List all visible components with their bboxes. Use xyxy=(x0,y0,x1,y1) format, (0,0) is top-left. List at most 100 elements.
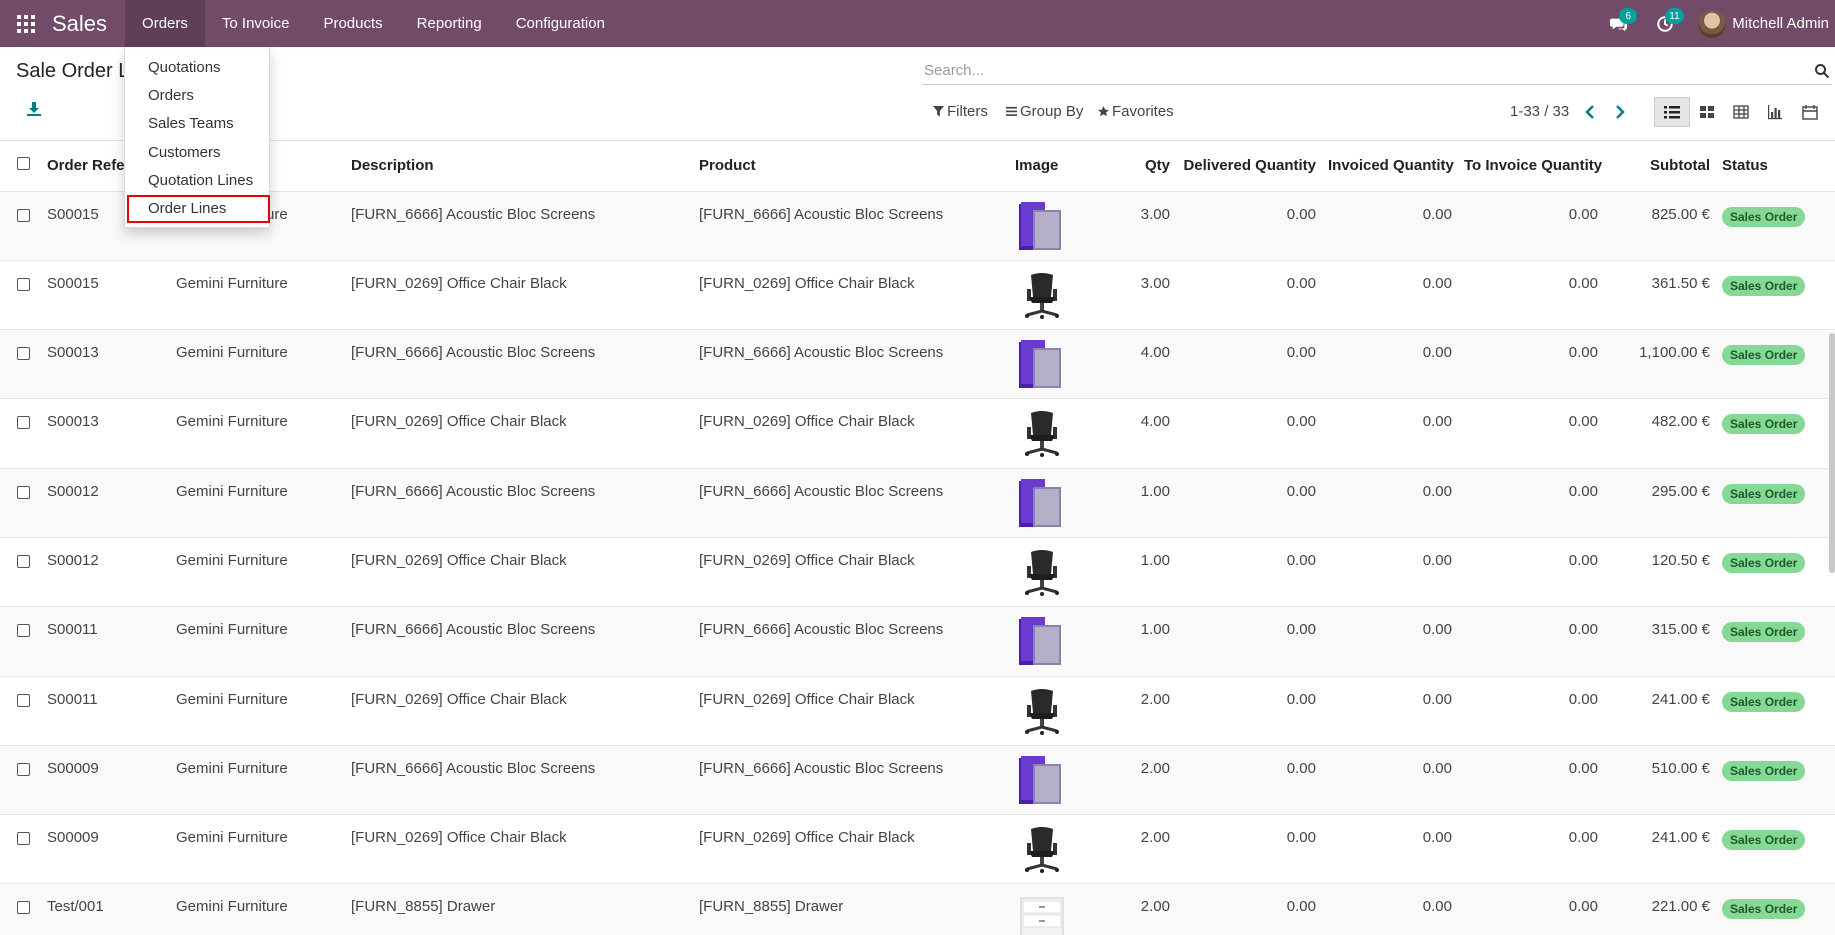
column-header-qty[interactable]: Qty xyxy=(1114,141,1176,192)
table-row[interactable]: S00009 Gemini Furniture [FURN_0269] Office… xyxy=(0,814,1835,885)
customer-cell[interactable]: Gemini Furniture xyxy=(170,398,345,469)
user-menu[interactable]: Mitchell Admin xyxy=(1688,0,1835,47)
description-cell[interactable]: [FURN_0269] Office Chair Black xyxy=(345,676,693,746)
subtotal-cell[interactable]: 482.00 € xyxy=(1604,398,1716,469)
invoiced-quantity-cell[interactable]: 0.00 xyxy=(1322,814,1458,885)
product-cell[interactable]: [FURN_6666] Acoustic Bloc Screens xyxy=(693,191,1009,261)
column-header-invoiced-quantity[interactable]: Invoiced Quantity xyxy=(1322,141,1458,192)
app-menu-icon[interactable] xyxy=(0,0,52,47)
product-cell[interactable]: [FURN_0269] Office Chair Black xyxy=(693,398,1009,469)
status-cell[interactable]: Sales Order xyxy=(1716,537,1818,608)
image-cell[interactable] xyxy=(1009,191,1114,261)
subtotal-cell[interactable]: 120.50 € xyxy=(1604,537,1716,608)
subtotal-cell[interactable]: 241.00 € xyxy=(1604,814,1716,885)
description-cell[interactable]: [FURN_0269] Office Chair Black xyxy=(345,814,693,885)
order-reference-cell[interactable]: S00011 xyxy=(41,676,170,746)
delivered-quantity-cell[interactable]: 0.00 xyxy=(1176,883,1322,935)
image-cell[interactable] xyxy=(1009,606,1114,677)
customer-cell[interactable]: Gemini Furniture xyxy=(170,329,345,400)
image-cell[interactable] xyxy=(1009,537,1114,608)
order-reference-cell[interactable]: Test/001 xyxy=(41,883,170,935)
qty-cell[interactable]: 1.00 xyxy=(1114,606,1176,677)
to-invoice-quantity-cell[interactable]: 0.00 xyxy=(1458,676,1604,746)
row-checkbox[interactable] xyxy=(17,416,30,430)
product-cell[interactable]: [FURN_0269] Office Chair Black xyxy=(693,260,1009,331)
delivered-quantity-cell[interactable]: 0.00 xyxy=(1176,814,1322,885)
description-cell[interactable]: [FURN_6666] Acoustic Bloc Screens xyxy=(345,468,693,538)
image-cell[interactable] xyxy=(1009,468,1114,538)
table-row[interactable]: S00012 Gemini Furniture [FURN_0269] Office… xyxy=(0,537,1835,608)
delivered-quantity-cell[interactable]: 0.00 xyxy=(1176,398,1322,469)
invoiced-quantity-cell[interactable]: 0.00 xyxy=(1322,745,1458,816)
nav-item-orders[interactable]: Orders xyxy=(125,0,205,47)
to-invoice-quantity-cell[interactable]: 0.00 xyxy=(1458,606,1604,677)
description-cell[interactable]: [FURN_6666] Acoustic Bloc Screens xyxy=(345,606,693,677)
invoiced-quantity-cell[interactable]: 0.00 xyxy=(1322,606,1458,677)
product-cell[interactable]: [FURN_0269] Office Chair Black xyxy=(693,676,1009,746)
customer-cell[interactable]: Gemini Furniture xyxy=(170,883,345,935)
to-invoice-quantity-cell[interactable]: 0.00 xyxy=(1458,191,1604,261)
search-input[interactable] xyxy=(922,62,1814,79)
menu-item-quotations[interactable]: Quotations xyxy=(125,54,269,82)
column-header-product[interactable]: Product xyxy=(693,141,1009,192)
invoiced-quantity-cell[interactable]: 0.00 xyxy=(1322,883,1458,935)
invoiced-quantity-cell[interactable]: 0.00 xyxy=(1322,468,1458,538)
pager-previous-button[interactable] xyxy=(1578,99,1602,125)
image-cell[interactable] xyxy=(1009,676,1114,746)
status-cell[interactable]: Sales Order xyxy=(1716,814,1818,885)
description-cell[interactable]: [FURN_6666] Acoustic Bloc Screens xyxy=(345,191,693,261)
row-checkbox[interactable] xyxy=(17,485,30,499)
download-icon[interactable] xyxy=(26,101,42,117)
qty-cell[interactable]: 4.00 xyxy=(1114,329,1176,400)
customer-cell[interactable]: Gemini Furniture xyxy=(170,814,345,885)
filters-button[interactable]: Filters xyxy=(933,103,988,120)
to-invoice-quantity-cell[interactable]: 0.00 xyxy=(1458,537,1604,608)
to-invoice-quantity-cell[interactable]: 0.00 xyxy=(1458,814,1604,885)
row-checkbox[interactable] xyxy=(17,347,30,361)
row-checkbox[interactable] xyxy=(17,277,30,291)
delivered-quantity-cell[interactable]: 0.00 xyxy=(1176,329,1322,400)
customer-cell[interactable]: Gemini Furniture xyxy=(170,537,345,608)
qty-cell[interactable]: 3.00 xyxy=(1114,191,1176,261)
status-cell[interactable]: Sales Order xyxy=(1716,606,1818,677)
status-cell[interactable]: Sales Order xyxy=(1716,468,1818,538)
table-row[interactable]: S00013 Gemini Furniture [FURN_6666] Acoust… xyxy=(0,329,1835,400)
product-cell[interactable]: [FURN_8855] Drawer xyxy=(693,883,1009,935)
product-cell[interactable]: [FURN_6666] Acoustic Bloc Screens xyxy=(693,606,1009,677)
order-reference-cell[interactable]: S00015 xyxy=(41,260,170,331)
status-cell[interactable]: Sales Order xyxy=(1716,398,1818,469)
order-reference-cell[interactable]: S00013 xyxy=(41,398,170,469)
product-cell[interactable]: [FURN_6666] Acoustic Bloc Screens xyxy=(693,329,1009,400)
to-invoice-quantity-cell[interactable]: 0.00 xyxy=(1458,745,1604,816)
nav-item-products[interactable]: Products xyxy=(306,0,399,47)
invoiced-quantity-cell[interactable]: 0.00 xyxy=(1322,329,1458,400)
to-invoice-quantity-cell[interactable]: 0.00 xyxy=(1458,329,1604,400)
image-cell[interactable] xyxy=(1009,883,1114,935)
qty-cell[interactable]: 2.00 xyxy=(1114,745,1176,816)
status-cell[interactable]: Sales Order xyxy=(1716,676,1818,746)
status-cell[interactable]: Sales Order xyxy=(1716,329,1818,400)
group-by-button[interactable]: Group By xyxy=(1006,103,1083,120)
table-row[interactable]: S00015 Gemini Furniture [FURN_0269] Office… xyxy=(0,260,1835,331)
subtotal-cell[interactable]: 315.00 € xyxy=(1604,606,1716,677)
nav-item-reporting[interactable]: Reporting xyxy=(400,0,499,47)
delivered-quantity-cell[interactable]: 0.00 xyxy=(1176,468,1322,538)
row-checkbox[interactable] xyxy=(17,762,30,776)
row-checkbox[interactable] xyxy=(17,554,30,568)
order-reference-cell[interactable]: S00012 xyxy=(41,468,170,538)
to-invoice-quantity-cell[interactable]: 0.00 xyxy=(1458,398,1604,469)
column-header-status[interactable]: Status xyxy=(1716,141,1818,192)
vertical-scrollbar[interactable] xyxy=(1829,333,1835,573)
status-cell[interactable]: Sales Order xyxy=(1716,260,1818,331)
qty-cell[interactable]: 1.00 xyxy=(1114,468,1176,538)
table-row[interactable]: S00015Gemini Furniture[FURN_6666] Acoust… xyxy=(0,191,1835,261)
status-cell[interactable]: Sales Order xyxy=(1716,191,1818,261)
order-reference-cell[interactable]: S00011 xyxy=(41,606,170,677)
customer-cell[interactable]: Gemini Furniture xyxy=(170,260,345,331)
qty-cell[interactable]: 2.00 xyxy=(1114,883,1176,935)
order-reference-cell[interactable]: S00009 xyxy=(41,814,170,885)
nav-item-to-invoice[interactable]: To Invoice xyxy=(205,0,307,47)
image-cell[interactable] xyxy=(1009,329,1114,400)
kanban-view-button[interactable] xyxy=(1689,97,1725,127)
graph-view-button[interactable] xyxy=(1757,97,1793,127)
